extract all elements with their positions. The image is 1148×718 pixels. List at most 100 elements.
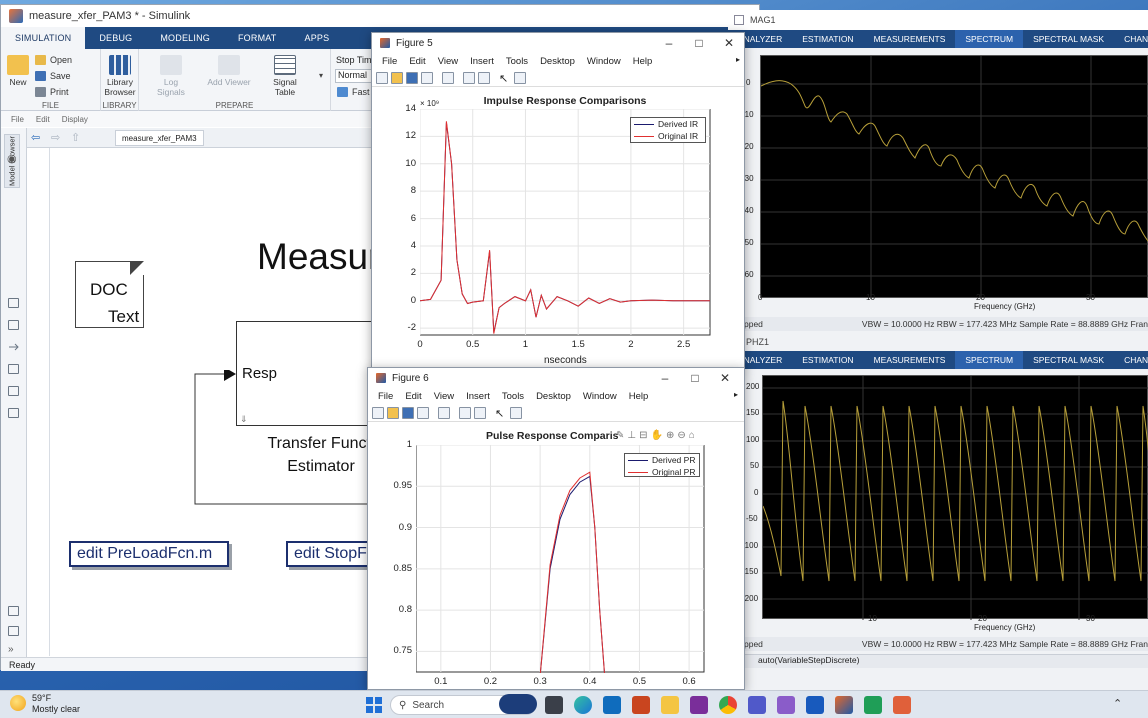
add-viewer-button[interactable]: Add Viewer bbox=[207, 55, 251, 87]
weather-temp[interactable]: 59°F bbox=[32, 693, 51, 703]
powerpoint-icon[interactable] bbox=[632, 696, 650, 714]
figure6-minimize-button[interactable]: – bbox=[652, 368, 678, 388]
image-icon[interactable] bbox=[8, 386, 19, 396]
zoom-out-icon[interactable]: ⊖ bbox=[677, 430, 685, 441]
f5-menu-edit[interactable]: Edit bbox=[403, 56, 431, 67]
pointer-icon[interactable]: ↖ bbox=[495, 407, 507, 420]
camera-icon[interactable] bbox=[8, 606, 19, 616]
tab-debug[interactable]: DEBUG bbox=[85, 27, 146, 49]
menu-file[interactable]: File bbox=[11, 115, 24, 124]
doc-text-block[interactable]: DOC Text bbox=[75, 261, 144, 328]
figure5-maximize-button[interactable]: □ bbox=[686, 33, 712, 53]
sa-tab-channel-2[interactable]: CHANNEL MEASU bbox=[1114, 351, 1148, 369]
orange-app-icon[interactable] bbox=[893, 696, 911, 714]
arrows-icon[interactable] bbox=[8, 342, 19, 352]
home-icon[interactable]: ⌂ bbox=[689, 430, 695, 441]
windows-start-icon[interactable] bbox=[366, 697, 382, 713]
legend-icon[interactable] bbox=[478, 71, 490, 84]
f5-menu-window[interactable]: Window bbox=[581, 56, 627, 67]
file-explorer-icon[interactable] bbox=[661, 696, 679, 714]
f6-menu-tools[interactable]: Tools bbox=[496, 391, 530, 402]
app-icon[interactable] bbox=[777, 696, 795, 714]
open-file-icon[interactable] bbox=[391, 71, 403, 84]
phase-plot[interactable] bbox=[762, 375, 1148, 620]
expand-rail-icon[interactable]: » bbox=[8, 644, 14, 655]
f6-menu-view[interactable]: View bbox=[428, 391, 460, 402]
sa-tab-measurements[interactable]: MEASUREMENTS bbox=[864, 30, 956, 48]
edge-browser-icon[interactable] bbox=[574, 696, 592, 714]
chrome-icon[interactable] bbox=[719, 696, 737, 714]
new-figure-icon[interactable] bbox=[372, 406, 384, 419]
onenote-icon[interactable] bbox=[690, 696, 708, 714]
menu-edit[interactable]: Edit bbox=[36, 115, 50, 124]
figure5-legend[interactable]: Derived IR Original IR bbox=[630, 117, 706, 143]
brush-icon[interactable]: ✎ bbox=[616, 430, 624, 441]
f5-menu-desktop[interactable]: Desktop bbox=[534, 56, 581, 67]
property-editor-icon[interactable] bbox=[514, 71, 526, 84]
colorbar-icon[interactable] bbox=[463, 71, 475, 84]
tab-apps[interactable]: APPS bbox=[291, 27, 344, 49]
figure6-close-button[interactable]: ✕ bbox=[712, 368, 738, 388]
outlook-icon[interactable] bbox=[603, 696, 621, 714]
back-arrow-icon[interactable]: ⇦ bbox=[31, 131, 40, 144]
open-button[interactable]: Open bbox=[35, 55, 72, 65]
zoom-in-icon[interactable]: ⊕ bbox=[666, 430, 674, 441]
f6-menu-help[interactable]: Help bbox=[623, 391, 655, 402]
sa-tab-spectral-mask-2[interactable]: SPECTRAL MASK bbox=[1023, 351, 1114, 369]
figure5-dock-icon[interactable]: ▸ bbox=[736, 55, 740, 64]
f6-menu-desktop[interactable]: Desktop bbox=[530, 391, 577, 402]
figure5-plot-area[interactable] bbox=[420, 109, 712, 337]
link-plot-icon[interactable] bbox=[442, 71, 454, 84]
simulation-mode-select[interactable]: Normal bbox=[335, 69, 375, 83]
sa-tab-spectrum-2[interactable]: SPECTRUM bbox=[955, 351, 1024, 369]
property-inspector-icon[interactable] bbox=[8, 626, 19, 636]
matlab-taskbar-icon[interactable] bbox=[835, 696, 853, 714]
colorbar-icon[interactable] bbox=[459, 406, 471, 419]
figure6-legend[interactable]: Derived PR Original PR bbox=[624, 453, 700, 477]
new-button[interactable]: New bbox=[5, 55, 31, 87]
sa-tab-spectral-mask[interactable]: SPECTRAL MASK bbox=[1023, 30, 1114, 48]
property-editor-icon[interactable] bbox=[510, 406, 522, 419]
edit-preloadfcn-button[interactable]: edit PreLoadFcn.m bbox=[69, 541, 229, 567]
pointer-icon[interactable]: ↖ bbox=[499, 72, 511, 85]
data-export-icon[interactable]: ⊟ bbox=[639, 430, 647, 441]
tab-modeling[interactable]: MODELING bbox=[146, 27, 224, 49]
figure5-close-button[interactable]: ✕ bbox=[716, 33, 742, 53]
figure6-dock-icon[interactable]: ▸ bbox=[734, 390, 738, 399]
figure6-maximize-button[interactable]: □ bbox=[682, 368, 708, 388]
print-button[interactable]: Print bbox=[35, 87, 69, 97]
sa-tab-estimation-2[interactable]: ESTIMATION bbox=[792, 351, 863, 369]
up-arrow-icon[interactable]: ⇧ bbox=[71, 131, 80, 144]
f5-menu-insert[interactable]: Insert bbox=[464, 56, 500, 67]
figure5-minimize-button[interactable]: – bbox=[656, 33, 682, 53]
edit-stopfcn-button[interactable]: edit StopF bbox=[286, 541, 372, 567]
annotation-icon[interactable] bbox=[8, 364, 19, 374]
sa-tab-measurements-2[interactable]: MEASUREMENTS bbox=[864, 351, 956, 369]
weather-desc[interactable]: Mostly clear bbox=[32, 704, 80, 714]
forward-arrow-icon[interactable]: ⇨ bbox=[51, 131, 60, 144]
area-icon[interactable] bbox=[8, 408, 19, 418]
menu-display[interactable]: Display bbox=[62, 115, 88, 124]
task-view-icon[interactable] bbox=[545, 696, 563, 714]
datatip-icon[interactable]: ⊥ bbox=[627, 430, 636, 441]
sa-tab-spectrum[interactable]: SPECTRUM bbox=[955, 30, 1024, 48]
tab-format[interactable]: FORMAT bbox=[224, 27, 291, 49]
new-figure-icon[interactable] bbox=[376, 71, 388, 84]
hide-show-icon[interactable]: ◉ bbox=[7, 152, 17, 165]
zoom-in-icon[interactable] bbox=[8, 298, 19, 308]
open-file-icon[interactable] bbox=[387, 406, 399, 419]
save-figure-icon[interactable] bbox=[406, 71, 418, 84]
f5-menu-file[interactable]: File bbox=[376, 56, 403, 67]
word-icon[interactable] bbox=[806, 696, 824, 714]
print-figure-icon[interactable] bbox=[421, 71, 433, 84]
f6-menu-window[interactable]: Window bbox=[577, 391, 623, 402]
f5-menu-tools[interactable]: Tools bbox=[500, 56, 534, 67]
save-figure-icon[interactable] bbox=[402, 406, 414, 419]
green-app-icon[interactable] bbox=[864, 696, 882, 714]
tab-simulation[interactable]: SIMULATION bbox=[1, 27, 86, 49]
prepare-dropdown-icon[interactable]: ▾ bbox=[319, 71, 323, 80]
fit-view-icon[interactable] bbox=[8, 320, 19, 330]
library-browser-button[interactable]: Library Browser bbox=[103, 55, 137, 97]
breadcrumb[interactable]: measure_xfer_PAM3 bbox=[115, 130, 204, 146]
search-highlight-icon[interactable] bbox=[499, 694, 537, 714]
